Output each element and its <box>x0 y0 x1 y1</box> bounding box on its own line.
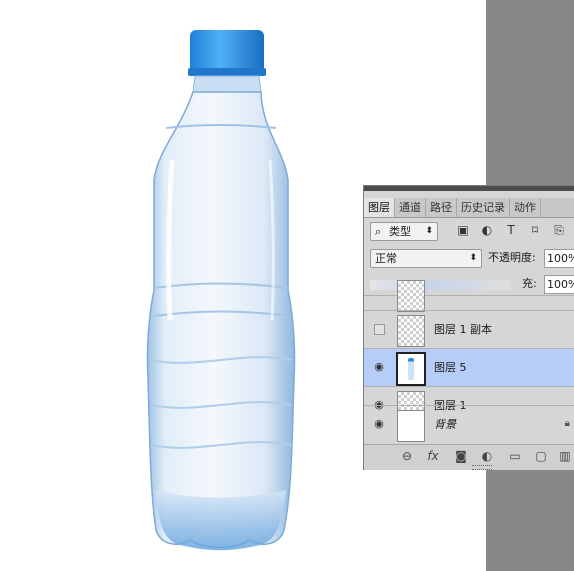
search-icon: ⌕ <box>375 225 382 238</box>
eye-icon[interactable]: ◉ <box>372 418 386 430</box>
layer-name[interactable]: 图层 1 副本 <box>434 323 492 337</box>
resize-grip[interactable] <box>472 465 492 470</box>
layer-filter-row: ⌕ 类型 ⬍ ▣ ◐ T ⌑ ⎘ <box>364 219 574 243</box>
opacity-input[interactable]: 100% <box>544 249 574 268</box>
delete-icon[interactable]: ▥ <box>558 449 572 463</box>
fill-input[interactable]: 100% <box>544 275 574 294</box>
opacity-label: 不透明度: <box>488 251 536 264</box>
type-filter-icon[interactable]: T <box>504 223 518 237</box>
layer-name[interactable]: 背景 <box>434 418 456 432</box>
tab-history[interactable]: 历史记录 <box>457 198 510 217</box>
lock-fill-row: 充: 100% <box>364 272 574 296</box>
layer-filter-select[interactable]: ⌕ 类型 ⬍ <box>370 222 438 241</box>
fill-label: 充: <box>522 277 537 290</box>
add-mask-icon[interactable]: ◙ <box>454 449 468 463</box>
new-group-icon[interactable]: ▭ <box>508 449 522 463</box>
tab-channels[interactable]: 通道 <box>395 198 426 217</box>
layers-bottom-toolbar: ⊖ fx ◙ ◐ ▭ ▢ ▥ <box>364 444 574 470</box>
adjustment-filter-icon[interactable]: ◐ <box>480 223 494 237</box>
layer-row[interactable]: 图层 1 副本 <box>364 310 574 349</box>
smart-object-filter-icon[interactable]: ⎘ <box>552 223 566 237</box>
panel-tabs: 图层 通道 路径 历史记录 动作 <box>364 198 574 218</box>
chevron-updown-icon: ⬍ <box>425 226 433 236</box>
blend-mode-label: 正常 <box>375 252 397 265</box>
lock-icon: 🔒︎ <box>564 418 570 429</box>
layer-name[interactable]: 图层 5 <box>434 361 467 375</box>
panel-title-bar[interactable] <box>364 186 574 191</box>
tab-actions[interactable]: 动作 <box>510 198 541 217</box>
layer-row-selected[interactable]: ◉ 图层 5 <box>364 348 574 387</box>
adjustment-layer-icon[interactable]: ◐ <box>480 449 494 463</box>
layer-thumbnail <box>397 315 425 347</box>
tab-paths[interactable]: 路径 <box>426 198 457 217</box>
bottle-cap <box>190 30 264 74</box>
layer-thumbnail <box>397 410 425 442</box>
bottle-thumbnail-icon <box>408 358 414 380</box>
blend-mode-row: 正常 ⬍ 不透明度: 100% <box>364 246 574 270</box>
visibility-toggle-off[interactable] <box>374 324 385 335</box>
blend-mode-select[interactable]: 正常 ⬍ <box>370 249 482 268</box>
chevron-updown-icon: ⬍ <box>469 253 477 263</box>
tab-layers[interactable]: 图层 <box>364 198 395 217</box>
layer-thumbnail <box>396 352 426 386</box>
eye-icon[interactable]: ◉ <box>372 361 386 373</box>
image-filter-icon[interactable]: ▣ <box>456 223 470 237</box>
layer-thumbnail <box>397 280 425 312</box>
lock-options-blurred <box>370 280 510 290</box>
water-bottle-image <box>146 30 296 551</box>
layers-panel: 图层 通道 路径 历史记录 动作 ⌕ 类型 ⬍ ▣ ◐ T ⌑ ⎘ 正常 ⬍ 不… <box>363 185 574 470</box>
layer-row-background[interactable]: ◉ 背景 🔒︎ <box>364 405 574 445</box>
shape-filter-icon[interactable]: ⌑ <box>528 223 542 237</box>
new-layer-icon[interactable]: ▢ <box>534 449 548 463</box>
link-icon[interactable]: ⊖ <box>400 449 414 463</box>
fx-icon[interactable]: fx <box>426 449 440 463</box>
filter-type-label: 类型 <box>389 225 411 238</box>
